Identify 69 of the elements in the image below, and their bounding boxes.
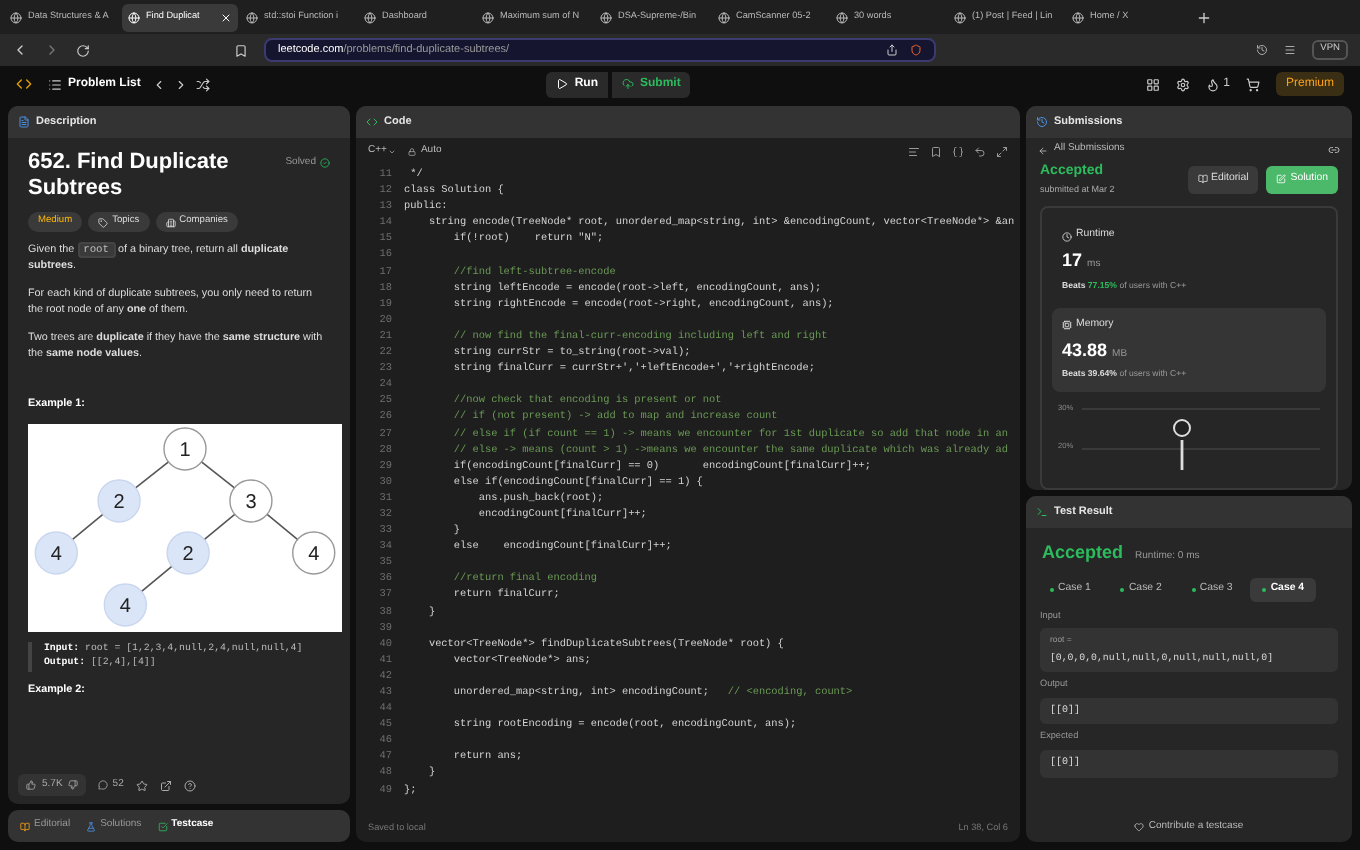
link-icon[interactable] [1328, 144, 1340, 156]
distribution-marker-icon [1172, 417, 1192, 470]
next-icon[interactable] [174, 77, 189, 91]
checkbox-icon [157, 821, 168, 831]
forward-icon[interactable] [44, 42, 60, 58]
share-icon[interactable] [159, 779, 172, 791]
menu-icon[interactable] [1284, 44, 1297, 56]
book-icon [1197, 174, 1207, 185]
format-icon[interactable] [908, 146, 920, 158]
tag-icon [98, 217, 109, 227]
clock-icon [1062, 231, 1072, 242]
previous-icon[interactable] [152, 77, 167, 91]
heart-icon [1134, 821, 1145, 832]
store-icon[interactable] [1245, 77, 1260, 91]
tab-favicon-icon [718, 11, 730, 23]
play-icon [556, 78, 569, 90]
tab-favicon-icon [954, 11, 966, 23]
new-tab-icon[interactable] [1196, 9, 1212, 25]
terminal-icon [1036, 506, 1048, 518]
undo-icon[interactable] [974, 146, 986, 158]
reload-icon[interactable] [76, 43, 90, 57]
logo-icon[interactable] [16, 76, 32, 92]
layout-icon[interactable] [1145, 77, 1160, 91]
code-icon [366, 116, 378, 128]
tab-favicon-icon [10, 11, 22, 23]
tab-favicon-icon [128, 11, 140, 23]
back-icon[interactable] [1038, 145, 1048, 155]
tab-favicon-icon [1072, 11, 1084, 23]
comment-icon [98, 780, 109, 790]
problem-title: 652. Find Duplicate Subtrees [28, 150, 231, 202]
share-icon[interactable] [886, 44, 898, 56]
tree-node: 3 [229, 478, 273, 523]
back-icon[interactable] [12, 42, 28, 58]
chip-icon [1062, 320, 1072, 331]
tab-favicon-icon [364, 11, 376, 23]
edit-icon [1276, 174, 1287, 185]
building-icon [165, 217, 176, 227]
list-icon [48, 77, 62, 91]
thumbs-up-icon [26, 780, 36, 790]
cloud-upload-icon [622, 78, 635, 90]
lock-icon [408, 148, 417, 156]
tab-favicon-icon [246, 11, 258, 23]
description-icon [18, 116, 30, 128]
submissions-icon [1036, 116, 1048, 128]
help-icon[interactable] [183, 779, 196, 791]
settings-icon[interactable] [1175, 77, 1190, 91]
flask-icon [86, 821, 97, 831]
tree-node: 2 [166, 530, 210, 575]
tab-favicon-icon [482, 11, 494, 23]
bookmark-icon[interactable] [930, 146, 942, 158]
tree-node: 1 [163, 426, 207, 471]
tab-favicon-icon [836, 11, 848, 23]
close-icon[interactable] [220, 11, 232, 23]
accepted-status: Accepted [1042, 540, 1124, 566]
thumbs-down-icon [68, 780, 79, 790]
shield-icon [910, 44, 922, 56]
tree-node: 4 [103, 582, 148, 627]
check-circle-icon [320, 157, 330, 168]
tree-node: 4 [34, 530, 78, 575]
star-icon[interactable] [135, 779, 148, 791]
bookmark-icon[interactable] [234, 43, 248, 57]
tree-node: 2 [97, 478, 141, 523]
tree-node: 4 [292, 530, 336, 575]
book-icon [20, 821, 30, 831]
shuffle-icon[interactable] [196, 77, 211, 91]
braces-icon[interactable] [952, 146, 964, 158]
history-icon[interactable] [1256, 44, 1269, 56]
tab-favicon-icon [600, 11, 612, 23]
flame-icon [1205, 77, 1220, 91]
